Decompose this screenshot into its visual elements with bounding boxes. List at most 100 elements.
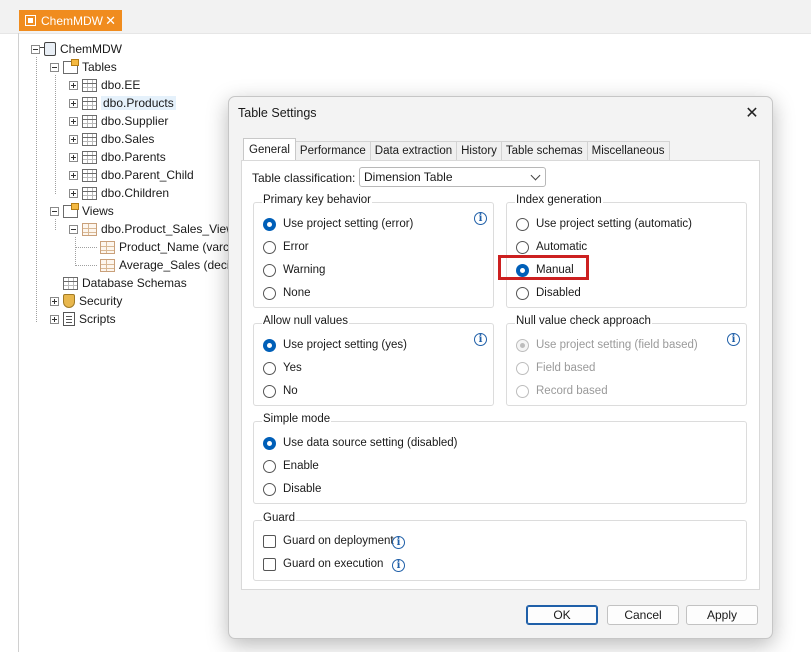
expand-icon[interactable] [69,80,78,90]
table-icon [82,168,97,182]
document-tab-chemmdw[interactable]: ChemMDW ✕ [19,10,122,31]
close-icon[interactable]: ✕ [105,14,116,27]
tables-folder-icon [63,58,79,74]
radio-index-project-setting[interactable]: Use project setting (automatic) [516,215,692,233]
radio-simple-enable[interactable]: Enable [263,457,319,475]
expand-icon[interactable] [69,152,78,162]
radio-pk-none[interactable]: None [263,284,311,302]
radio-pk-warning[interactable]: Warning [263,261,325,279]
close-icon[interactable]: ✕ [740,102,764,124]
info-icon[interactable]: i [474,212,487,225]
tab-history[interactable]: History [456,141,502,160]
tab-performance[interactable]: Performance [294,141,371,160]
ok-button[interactable]: OK [526,605,598,625]
tree-node-column[interactable]: Product_Name (varcha [100,238,242,256]
tree-node-scripts[interactable]: Scripts [50,310,116,328]
tab-general[interactable]: General [243,138,296,160]
tree-node-table[interactable]: dbo.Supplier [69,112,168,130]
tree-node-table[interactable]: dbo.EE [69,76,140,94]
radio-button[interactable] [263,361,276,375]
guard-group: Guard Guard on deployment i Guard on exe… [253,512,747,581]
radio-label: Automatic [536,241,588,253]
table-icon [82,132,97,146]
radio-button[interactable] [263,384,276,398]
table-settings-dialog: Table Settings ✕ General Performance Dat… [228,96,773,639]
cancel-button[interactable]: Cancel [607,605,679,625]
expand-icon[interactable] [69,188,78,198]
radio-null-no[interactable]: No [263,382,298,400]
radio-null-project-setting[interactable]: Use project setting (yes) [263,336,407,354]
radio-check-field-based: Field based [516,359,595,377]
table-classification-select[interactable]: Dimension Table [359,167,546,187]
radio-index-automatic[interactable]: Automatic [516,238,587,256]
radio-pk-project-setting[interactable]: Use project setting (error) [263,215,413,233]
expand-icon[interactable] [50,314,59,324]
radio-button[interactable] [263,217,276,231]
tree-node-table[interactable]: dbo.Sales [69,130,154,148]
radio-button[interactable] [263,436,276,450]
manual-option-highlight [498,255,589,280]
tree-node-table-selected[interactable]: dbo.Products [69,94,176,112]
collapse-icon[interactable] [50,62,59,72]
allow-null-group: Allow null values i Use project setting … [253,315,494,406]
collapse-icon[interactable] [69,224,78,234]
radio-null-yes[interactable]: Yes [263,359,302,377]
radio-button[interactable] [516,286,529,300]
tree-node-security[interactable]: Security [50,292,122,310]
tree-node-root[interactable]: ChemMDW [31,40,122,58]
guard-on-deployment-checkbox[interactable]: Guard on deployment [263,532,394,550]
table-icon [82,78,97,92]
info-icon[interactable]: i [727,333,740,346]
tree-node-column[interactable]: Average_Sales (decim [100,256,240,274]
radio-label: Use project setting (error) [283,218,414,230]
tree-node-table[interactable]: dbo.Children [69,184,169,202]
radio-pk-error[interactable]: Error [263,238,309,256]
tab-miscellaneous[interactable]: Miscellaneous [586,141,670,160]
guard-on-execution-checkbox[interactable]: Guard on execution [263,555,383,573]
tree-node-views[interactable]: Views [50,202,114,220]
group-title: Primary key behavior [262,194,373,206]
expand-icon[interactable] [50,296,59,306]
tree-node-label: dbo.Sales [101,132,155,146]
tree-node-view[interactable]: dbo.Product_Sales_View [69,220,235,238]
radio-index-disabled[interactable]: Disabled [516,284,581,302]
radio-button[interactable] [263,286,276,300]
table-icon [82,114,97,128]
radio-button[interactable] [263,240,276,254]
radio-button[interactable] [263,338,276,352]
collapse-icon[interactable] [31,44,40,54]
dialog-title: Table Settings [238,106,317,120]
info-icon[interactable]: i [474,333,487,346]
radio-button [516,384,529,398]
radio-simple-datasource[interactable]: Use data source setting (disabled) [263,434,458,452]
radio-button[interactable] [263,459,276,473]
radio-simple-disable[interactable]: Disable [263,480,321,498]
schema-icon [63,276,78,290]
table-icon [82,150,97,164]
expand-icon[interactable] [69,116,78,126]
radio-button[interactable] [263,263,276,277]
apply-button[interactable]: Apply [686,605,758,625]
radio-label: Enable [283,460,319,472]
radio-button[interactable] [263,482,276,496]
radio-button[interactable] [516,217,529,231]
checkbox[interactable] [263,557,276,571]
tab-table-schemas[interactable]: Table schemas [500,141,588,160]
tree-node-database-schemas[interactable]: Database Schemas [50,274,187,292]
collapse-icon[interactable] [50,206,59,216]
tree-node-table[interactable]: dbo.Parents [69,148,166,166]
info-icon[interactable]: i [392,559,405,572]
radio-label: Record based [536,385,608,397]
expand-icon[interactable] [69,170,78,180]
group-title: Guard [262,512,296,524]
table-icon [82,96,97,110]
checkbox[interactable] [263,534,276,548]
tree-node-table[interactable]: dbo.Parent_Child [69,166,194,184]
expand-icon[interactable] [69,134,78,144]
info-icon[interactable]: i [392,536,405,549]
tab-data-extraction[interactable]: Data extraction [369,141,458,160]
expand-icon[interactable] [69,98,78,108]
radio-button[interactable] [516,240,529,254]
tree-node-tables[interactable]: Tables [50,58,117,76]
table-classification-label: Table classification: [252,171,356,185]
